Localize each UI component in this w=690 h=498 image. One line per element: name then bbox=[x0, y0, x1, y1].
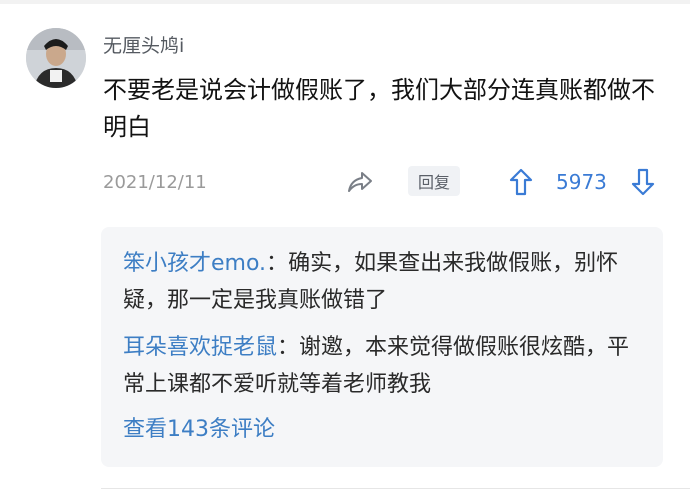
avatar-image bbox=[26, 28, 86, 88]
arrow-down-icon bbox=[631, 168, 655, 196]
bottom-divider bbox=[101, 488, 690, 489]
downvote-button[interactable] bbox=[627, 165, 659, 199]
reply-author[interactable]: 笨小孩才emo. bbox=[123, 251, 266, 276]
share-icon bbox=[348, 172, 372, 192]
reply-item: 笨小孩才emo.：确实，如果查出来我做假账，别怀疑，那一定是我真账做错了 bbox=[123, 245, 651, 319]
username[interactable]: 无厘头鸠i bbox=[103, 34, 184, 58]
vote-count: 5973 bbox=[556, 170, 607, 194]
reply-item: 耳朵喜欢捉老鼠：谢邀，本来觉得做假账很炫酷，平常上课都不爱听就等着老师教我 bbox=[123, 329, 651, 403]
avatar[interactable] bbox=[26, 28, 86, 88]
share-button[interactable] bbox=[343, 167, 377, 197]
comment-text: 不要老是说会计做假账了，我们大部分连真账都做不明白 bbox=[103, 76, 655, 141]
reply-separator: ： bbox=[266, 251, 289, 276]
upvote-button[interactable] bbox=[505, 165, 537, 199]
reply-author[interactable]: 耳朵喜欢捉老鼠 bbox=[123, 335, 277, 360]
comment-date: 2021/12/11 bbox=[103, 172, 207, 193]
reply-separator: ： bbox=[277, 335, 300, 360]
arrow-up-icon bbox=[509, 168, 533, 196]
reply-button[interactable]: 回复 bbox=[408, 166, 460, 196]
replies-panel: 笨小孩才emo.：确实，如果查出来我做假账，别怀疑，那一定是我真账做错了 耳朵喜… bbox=[101, 227, 663, 467]
top-divider bbox=[0, 0, 690, 4]
view-more-comments-link[interactable]: 查看143条评论 bbox=[123, 415, 275, 445]
